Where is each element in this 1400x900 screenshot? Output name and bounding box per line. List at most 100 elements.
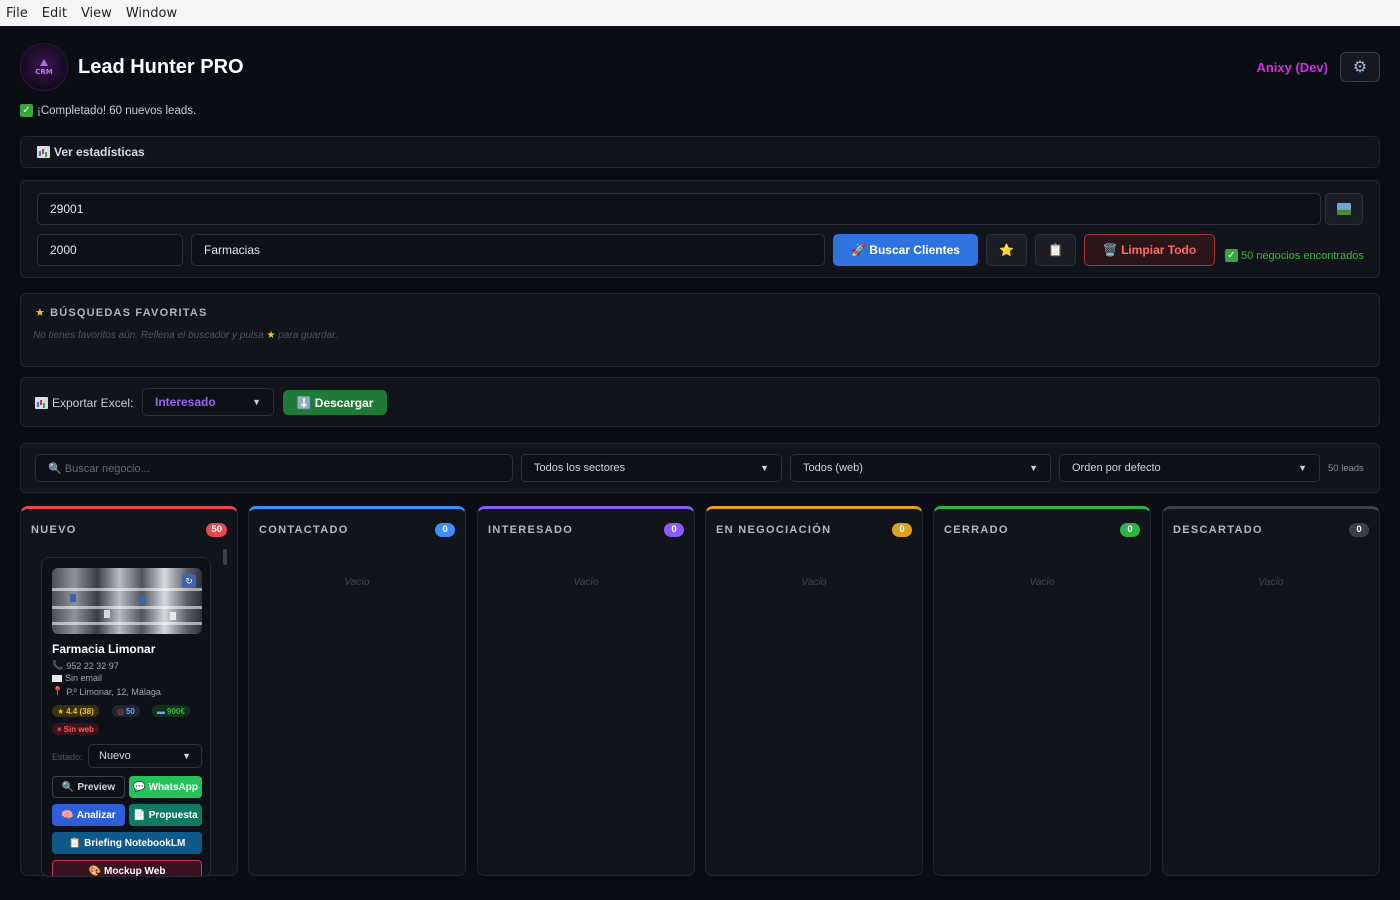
value-badge: ▬ 900€ [152,705,190,717]
location-input[interactable]: 29001 [37,193,1321,225]
download-button[interactable]: ⬇️ Descargar [283,390,387,415]
column-title: CERRADO [944,524,1009,536]
web-text: Sin web [63,724,94,734]
analyze-button[interactable]: 🧠 Analizar [52,804,125,826]
refresh-photo-icon[interactable]: ↻ [182,574,196,588]
column-scrollbar[interactable] [223,549,227,565]
mockup-button[interactable]: 🎨 Mockup Web [52,860,202,876]
menu-edit[interactable]: Edit [42,6,67,21]
app-title: Lead Hunter PRO [78,55,244,78]
chat-icon: 💬 [133,781,146,793]
phone-icon: 📞 [52,660,64,670]
menu-file[interactable]: File [6,6,28,21]
user-name: Anixy (Dev) [1256,59,1328,75]
sector-filter-value: Todos los sectores [534,462,626,474]
column-empty-label: Vacío [801,577,827,588]
star-icon: ★ [57,706,65,716]
lead-card[interactable]: ↻ Farmacia Limonar 📞 952 22 32 97 Sin ema… [41,557,211,877]
column-descartado: DESCARTADO 0 Vacío [1162,506,1380,876]
business-address: 📍 P.º Limonar, 12, Málaga [52,686,161,697]
menu-window[interactable]: Window [126,6,177,21]
whatsapp-label: WhatsApp [148,781,198,793]
leads-count: 50 leads [1328,463,1364,474]
business-search-input[interactable]: 🔍 Buscar negocio... [35,454,513,482]
column-empty-label: Vacío [573,577,599,588]
column-header: CONTACTADO 0 [259,523,455,537]
found-text: 50 negocios encontrados [1241,249,1364,262]
cross-icon: × [57,724,62,734]
logo-triangle-icon [40,58,48,66]
column-count-badge: 0 [1349,523,1369,537]
column-title: CONTACTADO [259,524,349,536]
sector-filter-select[interactable]: Todos los sectores ▼ [521,454,782,482]
chevron-down-icon: ▼ [252,397,261,407]
favorites-empty-message: No tienes favoritos aún. Rellena el busc… [33,330,338,341]
column-header: NUEVO 50 [31,523,227,537]
proposal-button[interactable]: 📄 Propuesta [129,804,202,826]
order-value: Orden por defecto [1072,462,1161,474]
column-count-badge: 0 [664,523,684,537]
proposal-label: Propuesta [148,809,198,821]
column-title: EN NEGOCIACIÓN [716,524,832,536]
address-text: P.º Limonar, 12, Málaga [66,686,161,697]
export-panel: Exportar Excel: Interesado ▼ ⬇️ Descarga… [20,377,1380,427]
map-button[interactable] [1325,193,1363,225]
column-empty-label: Vacío [1258,577,1284,588]
target-icon: ◎ [117,706,124,716]
column-header: CERRADO 0 [944,523,1140,537]
briefing-button[interactable]: 📋 Briefing NotebookLM [52,832,202,854]
column-interesado: INTERESADO 0 Vacío [477,506,695,876]
chart-icon [35,397,48,409]
chevron-down-icon: ▼ [760,463,769,473]
status-text: ¡Completado! 60 nuevos leads. [37,104,197,117]
business-email: Sin email [52,673,102,683]
column-contactado: CONTACTADO 0 Vacío [248,506,466,876]
analyze-label: Analizar [76,809,116,821]
column-header: INTERESADO 0 [488,523,684,537]
settings-button[interactable]: ⚙ [1340,52,1380,82]
export-status-value: Interesado [155,395,216,409]
favorites-empty-prefix: No tienes favoritos aún. Rellena el busc… [33,330,264,341]
chevron-down-icon: ▼ [1298,463,1307,473]
whatsapp-button[interactable]: 💬 WhatsApp [129,776,202,798]
favorite-button[interactable]: ⭐ [986,234,1027,266]
check-icon: ✓ [20,104,33,117]
found-count: ✓ 50 negocios encontrados [1225,249,1364,262]
chevron-down-icon: ▼ [182,751,191,761]
no-web-badge: × Sin web [52,723,99,735]
column-count-badge: 0 [892,523,912,537]
order-select[interactable]: Orden por defecto ▼ [1059,454,1320,482]
clear-all-button[interactable]: 🗑️ Limpiar Todo [1084,234,1215,266]
web-filter-select[interactable]: Todos (web) ▼ [790,454,1051,482]
app-window: CRM Lead Hunter PRO Anixy (Dev) ⚙ ✓ ¡Com… [0,26,1400,900]
column-en-negociacion: EN NEGOCIACIÓN 0 Vacío [705,506,923,876]
email-text: Sin email [65,673,103,683]
menu-bar: File Edit View Window [0,0,1400,26]
column-header: DESCARTADO 0 [1173,523,1369,537]
envelope-icon [52,674,62,682]
gear-icon: ⚙ [1352,59,1368,76]
stats-toggle[interactable]: Ver estadísticas [20,136,1380,168]
search-clients-button[interactable]: 🚀 Buscar Clientes [833,234,978,266]
clipboard-button[interactable]: 📋 [1035,234,1076,266]
column-header: EN NEGOCIACIÓN 0 [716,523,912,537]
radius-input[interactable]: 2000 [37,234,183,266]
status-message: ✓ ¡Completado! 60 nuevos leads. [20,104,196,117]
favorites-title: ★ BÚSQUEDAS FAVORITAS [35,306,208,320]
chart-icon [37,146,50,158]
value-text: 900€ [167,706,185,716]
export-label: Exportar Excel: [35,396,133,410]
preview-button[interactable]: 🔍 Preview [52,776,125,798]
export-status-select[interactable]: Interesado ▼ [142,388,274,416]
favorites-title-text: BÚSQUEDAS FAVORITAS [50,306,208,319]
money-icon: ▬ [157,706,165,716]
menu-view[interactable]: View [81,6,112,21]
sector-input[interactable]: Farmacias [191,234,825,266]
header-actions: Anixy (Dev) ⚙ [1256,52,1380,82]
star-icon: ★ [35,307,47,319]
estado-select[interactable]: Nuevo ▼ [88,744,202,768]
rating-badge: ★ 4.4 (38) [52,705,99,717]
estado-label: Estado: [52,752,83,762]
favorites-panel: ★ BÚSQUEDAS FAVORITAS No tienes favorito… [20,293,1380,367]
app-header: CRM Lead Hunter PRO Anixy (Dev) ⚙ [20,42,1380,92]
